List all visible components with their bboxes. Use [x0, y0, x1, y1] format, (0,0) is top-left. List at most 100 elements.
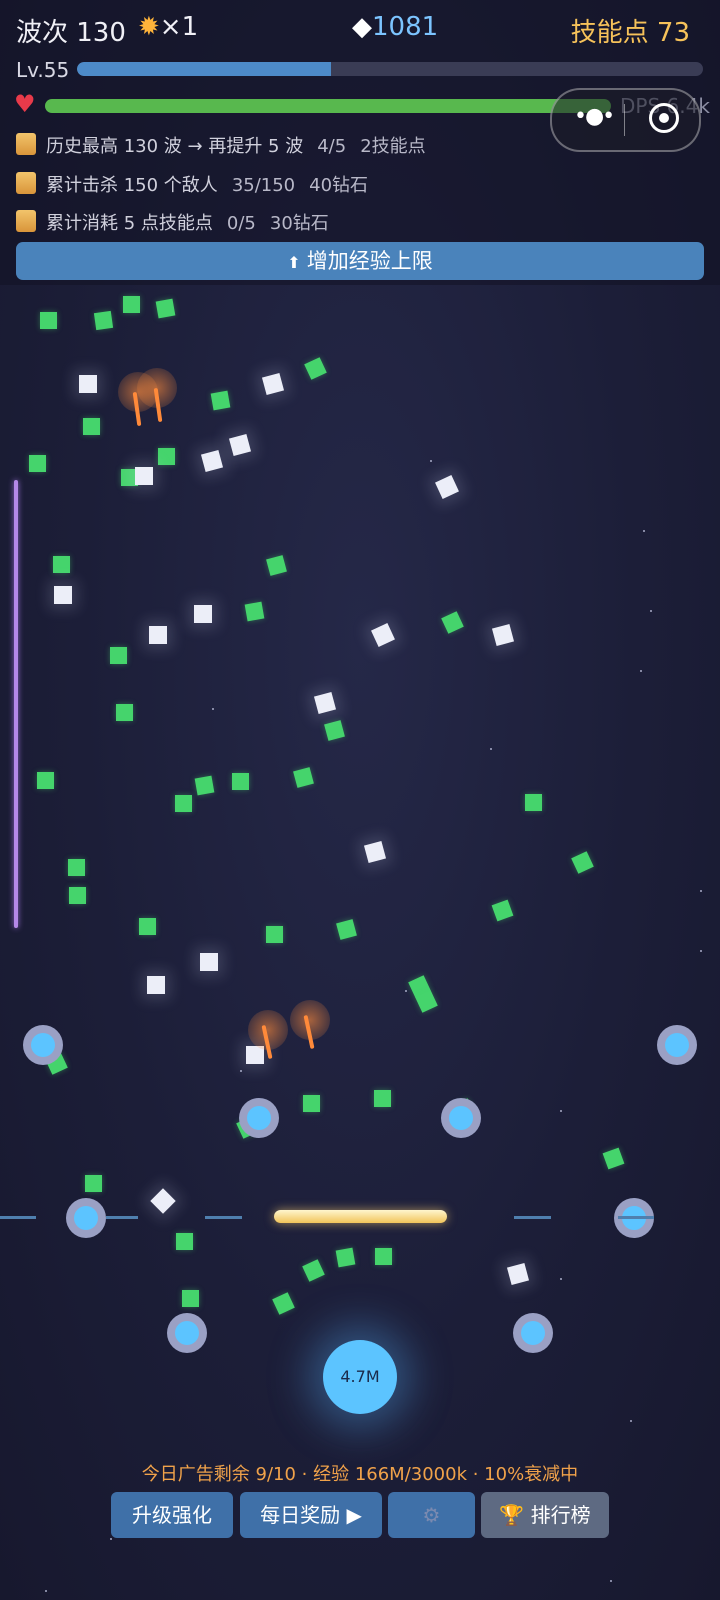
star — [240, 1070, 242, 1072]
enemy-green-block — [210, 390, 231, 411]
star — [490, 748, 492, 750]
enemy-green-block — [93, 310, 114, 331]
star — [640, 670, 642, 672]
enemy-green-block — [69, 887, 86, 904]
multiplier: ✹×1 — [138, 12, 198, 42]
star — [110, 1538, 112, 1540]
gem-counter: ◆1081 — [352, 12, 438, 42]
increase-xp-cap-label: 增加经验上限 — [306, 249, 433, 273]
quest-reward: 2技能点 — [360, 136, 426, 157]
enemy-white-block — [435, 475, 459, 499]
enemy-white-block — [261, 372, 285, 396]
enemy-green-block — [139, 918, 156, 935]
hp-bar — [45, 99, 611, 113]
enemy-green-block — [158, 448, 175, 465]
star — [45, 1590, 47, 1592]
xp-bar — [77, 62, 703, 76]
daily-reward-button[interactable]: 每日奖励 ▶ — [240, 1492, 382, 1538]
enemy-white-block — [135, 467, 153, 485]
gem-value: 1081 — [372, 12, 439, 42]
enemy-white-block — [79, 375, 97, 393]
enemy-green-block — [83, 418, 100, 435]
enemy-green-block — [175, 795, 192, 812]
defense-line — [106, 1216, 138, 1219]
enemy-green-block — [304, 357, 327, 380]
enemy-green-block — [525, 794, 542, 811]
enemy-white-block — [363, 840, 387, 864]
enemy-green-block — [37, 772, 54, 789]
star — [212, 708, 214, 710]
turret — [441, 1098, 481, 1138]
diamond-icon: ◆ — [352, 12, 372, 42]
enemy-green-block — [602, 1147, 625, 1170]
enemy-green-block — [324, 720, 345, 741]
player-paddle[interactable] — [274, 1210, 447, 1223]
quest-item: 累计消耗 5 点技能点 0/5 30钻石 — [16, 209, 329, 235]
side-laser — [14, 480, 18, 928]
defense-line — [618, 1216, 654, 1219]
defense-line — [0, 1216, 36, 1219]
quest-reward: 40钻石 — [309, 175, 369, 196]
enemy-white-block — [149, 626, 167, 644]
enemy-green-block — [335, 1247, 356, 1268]
enemy-green-block — [176, 1233, 193, 1250]
xp-bar-fill — [77, 62, 331, 76]
turret — [239, 1098, 279, 1138]
quest-progress: 35/150 — [231, 175, 296, 196]
defense-line — [514, 1216, 551, 1219]
scroll-icon — [16, 133, 36, 155]
ad-info-line: 今日广告剩余 9/10 · 经验 166M/3000k · 10%衰减中 — [141, 1464, 579, 1485]
enemy-green-block — [194, 775, 215, 796]
enemy-green-block — [40, 312, 57, 329]
star — [610, 1580, 612, 1582]
enemy-green-block — [29, 455, 46, 472]
quest-text: 累计击杀 150 个敌人 — [46, 175, 218, 196]
enemy-green-block — [303, 1095, 320, 1112]
enemy-green-block — [336, 919, 357, 940]
quest-text: 历史最高 130 波 → 再提升 5 波 — [46, 136, 304, 157]
upgrade-button[interactable]: 升级强化 — [111, 1492, 233, 1538]
gear-icon: ⚙ — [422, 1503, 441, 1527]
enemy-green-block — [232, 773, 249, 790]
enemy-green-block — [302, 1259, 325, 1282]
enemy-white-block — [313, 691, 337, 715]
enemy-green-block — [116, 704, 133, 721]
star — [650, 610, 652, 612]
enemy-green-block — [53, 556, 70, 573]
enemy-green-block — [266, 926, 283, 943]
ranking-label: 排行榜 — [530, 1503, 591, 1527]
star — [560, 1110, 562, 1112]
miniprogram-capsule: •●• — [550, 88, 701, 152]
enemy-white-block — [54, 586, 72, 604]
star — [700, 950, 702, 952]
enemy-white-block — [506, 1262, 530, 1286]
ranking-button[interactable]: 🏆 排行榜 — [481, 1492, 609, 1538]
enemy-green-block — [375, 1248, 392, 1265]
enemy-green-block — [68, 859, 85, 876]
turret — [23, 1025, 63, 1065]
quest-text: 累计消耗 5 点技能点 — [46, 213, 213, 234]
enemy-green-block — [374, 1090, 391, 1107]
increase-xp-cap-button[interactable]: ⬆ 增加经验上限 — [16, 242, 704, 280]
enemy-green-block — [182, 1290, 199, 1307]
up-arrow-icon: ⬆ — [287, 253, 301, 272]
star — [405, 990, 407, 992]
enemy-white-block — [150, 1188, 176, 1214]
scroll-icon — [16, 172, 36, 194]
more-icon[interactable]: •●• — [574, 104, 615, 129]
wave-counter: 波次 130 — [16, 18, 126, 48]
enemy-green-block — [244, 601, 265, 622]
hp-bar-fill — [45, 99, 611, 113]
enemy-green-block — [293, 767, 314, 788]
enemy-green-block — [85, 1175, 102, 1192]
heart-icon: ♥ — [14, 90, 36, 118]
target-icon[interactable] — [649, 103, 679, 133]
enemy-green-block — [571, 851, 594, 874]
enemy-white-block — [491, 623, 515, 647]
core-orb[interactable]: 4.7M — [323, 1340, 397, 1414]
level-label: Lv.55 — [16, 58, 70, 82]
turret — [657, 1025, 697, 1065]
star — [430, 460, 432, 462]
settings-button[interactable]: ⚙ — [388, 1492, 475, 1538]
turret — [513, 1313, 553, 1353]
